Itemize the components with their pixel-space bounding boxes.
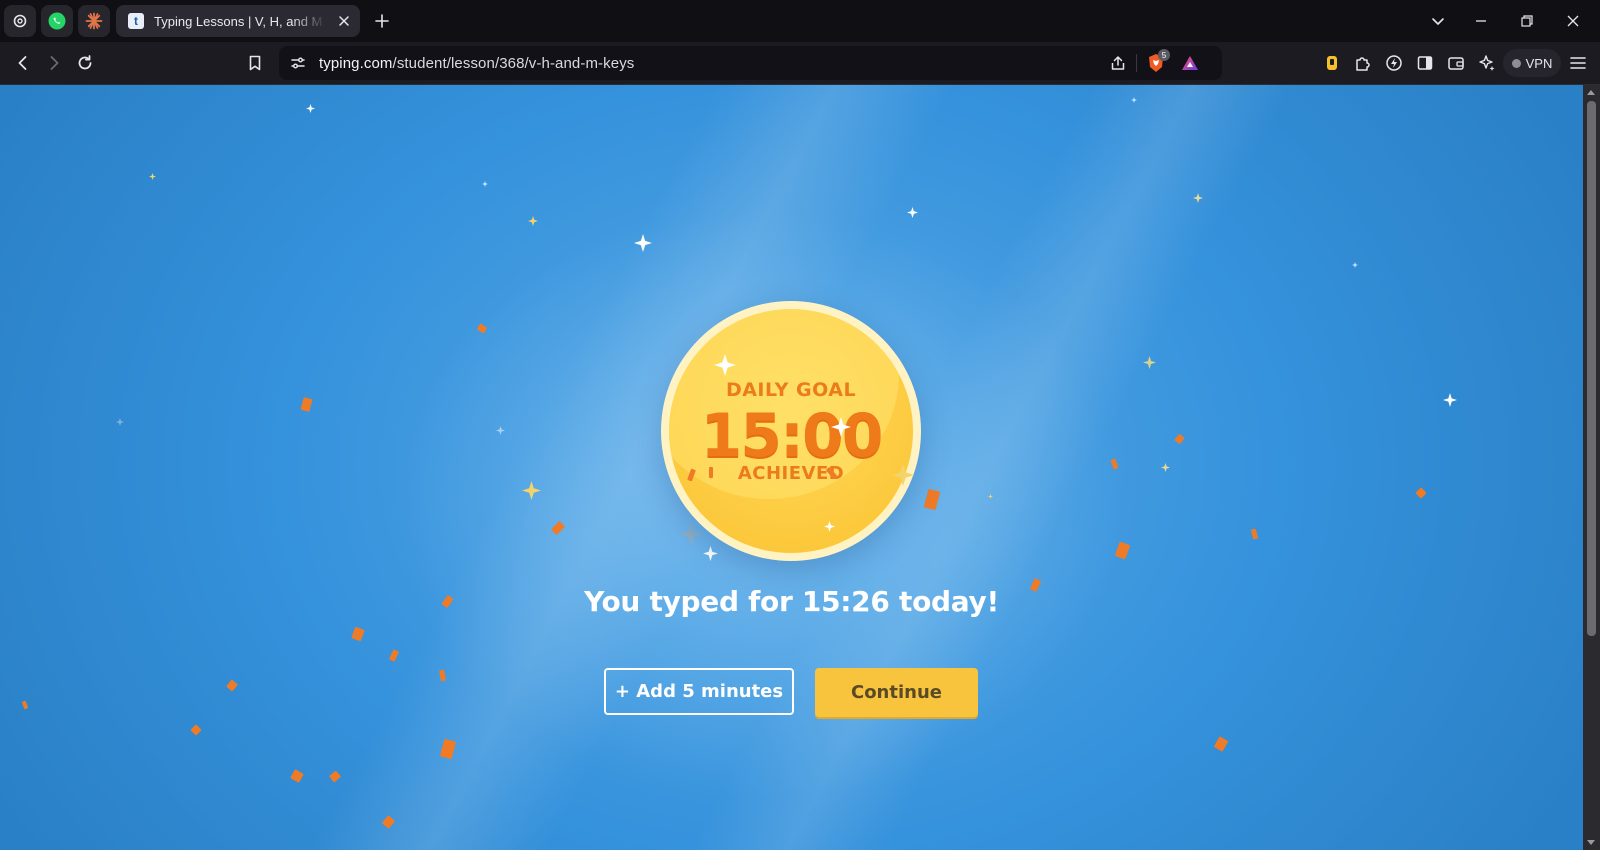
confetti-piece (923, 488, 941, 511)
sparkle-icon (149, 173, 156, 180)
pinned-tab-whatsapp[interactable] (41, 5, 73, 37)
navigation-toolbar: typing.com/student/lesson/368/v-h-and-m-… (0, 42, 1600, 85)
scrollbar-thumb[interactable] (1587, 101, 1596, 636)
confetti-piece (21, 700, 29, 710)
address-bar[interactable]: typing.com/student/lesson/368/v-h-and-m-… (279, 46, 1222, 80)
claude-icon (85, 12, 103, 30)
confetti-piece (709, 467, 713, 478)
sparkle-icon (1193, 193, 1203, 203)
minimize-icon[interactable] (1471, 11, 1491, 31)
confetti-piece (290, 769, 304, 783)
confetti-piece (1213, 736, 1229, 752)
url-host: typing.com (319, 55, 393, 72)
new-tab-plus-icon[interactable] (372, 11, 392, 31)
sparkle-icon (1443, 393, 1457, 407)
confetti-piece (226, 679, 238, 692)
divider (1136, 54, 1137, 72)
sparkle-icon (907, 207, 918, 218)
brave-rewards-triangle-icon[interactable] (1180, 53, 1200, 73)
sidebar-toggle-icon[interactable] (1415, 53, 1435, 73)
menu-hamburger-icon[interactable] (1568, 53, 1588, 73)
vpn-status-dot (1511, 58, 1521, 68)
confetti-piece (381, 815, 396, 829)
sparkle-icon (867, 327, 883, 343)
confetti-piece (1250, 528, 1259, 540)
confetti-piece (550, 520, 566, 536)
typing-favicon-icon: t (128, 13, 144, 29)
badge-face: DAILY GOAL 15:00 ACHIEVED (669, 309, 913, 553)
brave-shields-button[interactable]: 5 (1146, 49, 1170, 74)
wallet-icon[interactable] (1446, 53, 1466, 73)
confetti-piece (388, 649, 400, 662)
tab-typing-lessons[interactable]: t Typing Lessons | V, H, and M Keys (116, 5, 360, 37)
confetti-piece (190, 724, 202, 736)
confetti-piece (1174, 433, 1185, 445)
add-5-minutes-button[interactable]: + Add 5 minutes (604, 668, 794, 715)
sparkle-icon (714, 354, 736, 376)
reload-icon[interactable] (75, 53, 95, 73)
confetti-piece (476, 323, 488, 334)
sparkle-icon (831, 417, 851, 437)
sparkle-icon (1352, 262, 1358, 268)
confetti-piece (439, 669, 446, 682)
restore-icon[interactable] (1517, 11, 1537, 31)
confetti-piece (351, 626, 365, 642)
openai-icon (13, 14, 27, 28)
tab-title: Typing Lessons | V, H, and M Keys (154, 13, 326, 29)
sparkle-icon (634, 234, 652, 252)
sparkle-icon (528, 216, 538, 226)
speedreader-icon[interactable] (1384, 53, 1404, 73)
daily-goal-celebration-page: DAILY GOAL 15:00 ACHIEVED You typed for … (0, 85, 1583, 850)
sparkle-icon (496, 426, 505, 435)
confetti-piece (300, 397, 313, 412)
badge-subtitle: ACHIEVED (737, 463, 845, 484)
shields-count-badge: 5 (1158, 49, 1170, 61)
typed-time-message: You typed for 15:26 today! (584, 585, 999, 618)
badge-title: DAILY GOAL (725, 379, 857, 401)
url-text[interactable]: typing.com/student/lesson/368/v-h-and-m-… (319, 55, 634, 72)
vpn-label: VPN (1525, 55, 1553, 71)
daily-goal-badge: DAILY GOAL 15:00 ACHIEVED (661, 301, 921, 561)
whatsapp-icon (48, 12, 66, 30)
close-tab-icon[interactable] (336, 13, 352, 29)
extensions-puzzle-icon[interactable] (1353, 53, 1373, 73)
sparkle-icon (1143, 356, 1156, 369)
wallet-rewards-yellow-icon[interactable] (1322, 53, 1342, 73)
vpn-button[interactable]: VPN (1503, 49, 1561, 77)
forward-arrow-icon[interactable] (44, 53, 64, 73)
tab-list-chevron-icon[interactable] (1428, 11, 1448, 31)
sparkle-icon (482, 181, 488, 187)
pinned-tab-claude[interactable] (78, 5, 110, 37)
share-icon[interactable] (1109, 54, 1127, 72)
scroll-down-arrow-icon[interactable] (1587, 840, 1595, 845)
leo-ai-sparkle-icon[interactable] (1477, 53, 1497, 73)
url-path: /student/lesson/368/v-h-and-m-keys (392, 55, 635, 72)
close-window-icon[interactable] (1563, 11, 1583, 31)
sparkle-icon (306, 104, 315, 113)
continue-button[interactable]: Continue (815, 668, 978, 717)
bookmark-icon[interactable] (245, 53, 265, 73)
sparkle-icon (1161, 463, 1170, 472)
tab-bar: t Typing Lessons | V, H, and M Keys (0, 0, 1600, 42)
confetti-piece (1114, 541, 1131, 560)
back-arrow-icon[interactable] (13, 53, 33, 73)
badge-goal-time: 15:00 (700, 401, 884, 471)
pinned-tab-chatgpt[interactable] (4, 5, 36, 37)
confetti-piece (1415, 487, 1427, 499)
sparkle-icon (679, 522, 703, 546)
sparkle-icon (522, 481, 541, 500)
sparkle-icon (824, 521, 835, 532)
page-scrollbar[interactable] (1583, 85, 1600, 850)
sparkle-icon (892, 464, 914, 486)
scroll-up-arrow-icon[interactable] (1587, 90, 1595, 95)
confetti-piece (439, 738, 457, 760)
confetti-piece (1110, 458, 1119, 470)
sparkle-icon (116, 418, 124, 426)
confetti-piece (328, 770, 342, 783)
site-settings-icon[interactable] (289, 54, 307, 72)
sparkle-icon (703, 546, 718, 561)
sparkle-icon (988, 494, 993, 499)
sparkle-icon (1131, 97, 1137, 103)
